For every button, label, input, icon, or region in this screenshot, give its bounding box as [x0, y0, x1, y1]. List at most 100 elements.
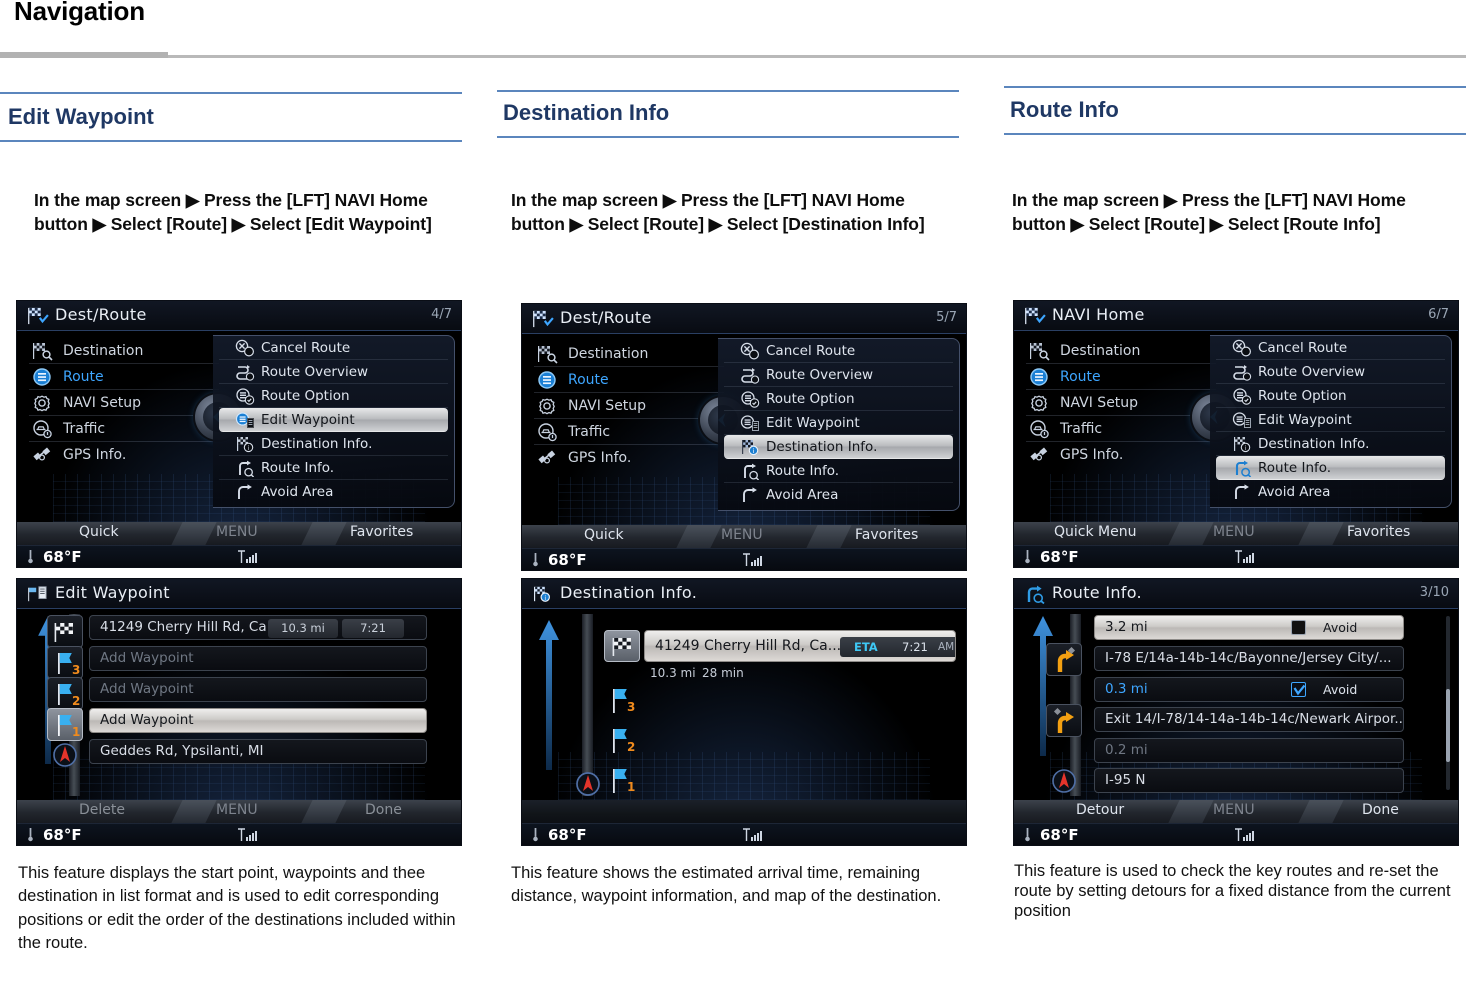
destination-distance: 10.3 mi: [650, 666, 696, 680]
route-row-maneuver-1[interactable]: I-78 E/14a-14b-14c/Bayonne/Jersey City/.…: [1094, 646, 1404, 671]
waypoint-row-add-2[interactable]: Add Waypoint: [89, 677, 427, 702]
route-row-distance-2[interactable]: 0.3 mi Avoid: [1094, 677, 1404, 702]
left-menu-item-destination[interactable]: Destination: [534, 341, 724, 367]
route-row-maneuver-2[interactable]: Exit 14/I-78/14-14a-14b-14c/Newark Airpo…: [1094, 707, 1404, 732]
turn-right-icon: [1057, 646, 1076, 672]
nav-page-indicator: 4/7: [431, 307, 452, 322]
left-menu-item-route[interactable]: Route: [534, 367, 724, 393]
left-menu-label: Traffic: [63, 421, 106, 437]
right-menu-item-route-option[interactable]: Route Option: [724, 387, 953, 411]
tab-done[interactable]: Done: [1362, 802, 1399, 818]
right-menu-item-route-overview[interactable]: Route Overview: [724, 363, 953, 387]
left-menu-item-traffic[interactable]: Traffic: [534, 419, 724, 445]
tab-done[interactable]: Done: [365, 802, 402, 818]
right-menu-item-cancel-route[interactable]: Cancel Route: [219, 336, 448, 360]
left-menu-item-navi-setup[interactable]: NAVI Setup: [1026, 390, 1216, 416]
left-menu-label: GPS Info.: [568, 450, 632, 466]
edit-waypoint-icon: [1232, 412, 1251, 428]
tab-separator: [301, 800, 347, 823]
right-menu-item-route-info[interactable]: Route Info.: [219, 456, 448, 480]
tab-menu[interactable]: MENU: [216, 802, 258, 818]
right-menu-item-edit-waypoint[interactable]: Edit Waypoint: [1216, 408, 1445, 432]
route-distance: 3.2 mi: [1105, 619, 1148, 635]
right-menu-item-route-option[interactable]: Route Option: [1216, 384, 1445, 408]
nav-screen-destination-info[interactable]: i Destination Info. 41249 Cherry Hill Rd…: [521, 578, 967, 846]
right-menu-item-destination-info[interactable]: i Destination Info.: [1216, 432, 1445, 456]
feature-description: This feature shows the estimated arrival…: [511, 864, 942, 906]
route-line: [582, 614, 593, 796]
tab-quick[interactable]: Quick: [584, 527, 624, 543]
right-menu-item-route-option[interactable]: Route Option: [219, 384, 448, 408]
waypoint-row-start[interactable]: Geddes Rd, Ypsilanti, MI: [89, 739, 427, 764]
tab-favorites[interactable]: Favorites: [1347, 524, 1410, 540]
right-menu-item-route-info[interactable]: Route Info.: [724, 459, 953, 483]
waypoint-row-destination[interactable]: 41249 Cherry Hill Rd, Ca... 10.3 mi 7:21: [89, 615, 427, 640]
right-menu-item-route-overview[interactable]: Route Overview: [1216, 360, 1445, 384]
right-menu-item-edit-waypoint[interactable]: Edit Waypoint: [219, 408, 448, 432]
nav-screen-edit-waypoint[interactable]: Edit Waypoint 41249 Cherry Hill Rd, Ca..…: [16, 578, 462, 846]
nav-title: Edit Waypoint: [55, 583, 170, 602]
left-menu-item-route[interactable]: Route: [1026, 364, 1216, 390]
route-row-distance-3[interactable]: 0.2 mi: [1094, 738, 1404, 763]
waypoint-row-add-1[interactable]: Add Waypoint: [89, 708, 427, 733]
left-menu-item-navi-setup[interactable]: NAVI Setup: [534, 393, 724, 419]
left-menu-item-traffic[interactable]: Traffic: [1026, 416, 1216, 442]
right-menu-item-edit-waypoint[interactable]: Edit Waypoint: [724, 411, 953, 435]
right-menu-item-destination-info[interactable]: i Destination Info.: [724, 435, 953, 459]
left-menu-item-destination[interactable]: Destination: [29, 338, 219, 364]
left-menu-item-route[interactable]: Route: [29, 364, 219, 390]
avoid-checkbox-unchecked[interactable]: [1291, 620, 1306, 635]
destination-info-icon: i: [534, 586, 550, 602]
destination-row[interactable]: 41249 Cherry Hill Rd, Ca... ETA 7:21 AM: [644, 630, 956, 662]
tab-favorites[interactable]: Favorites: [855, 527, 918, 543]
nav-page-indicator: 3/10: [1419, 585, 1449, 600]
tab-favorites[interactable]: Favorites: [350, 524, 413, 540]
tab-quick[interactable]: Quick: [79, 524, 119, 540]
left-menu-item-gps-info[interactable]: GPS Info.: [29, 442, 219, 468]
nav-screen-route-info[interactable]: Route Info. 3/10 3.2 mi Avoid I-78 E/14a…: [1013, 578, 1459, 846]
route-row-maneuver-3[interactable]: I-95 N: [1094, 768, 1404, 793]
right-menu: Cancel Route Route Overview Route Option…: [718, 338, 960, 511]
vertical-scrollbar[interactable]: [1446, 616, 1450, 790]
tab-menu[interactable]: MENU: [1213, 524, 1255, 540]
left-menu: Destination Route NAVI Setup Traffic GPS…: [534, 341, 724, 471]
nav-screen-dest-route-1[interactable]: Dest/Route 4/7 Destination Route NAVI Se…: [16, 300, 462, 568]
tab-menu[interactable]: MENU: [1213, 802, 1255, 818]
right-menu-item-route-info[interactable]: Route Info.: [1216, 456, 1445, 480]
right-menu-item-cancel-route[interactable]: Cancel Route: [1216, 336, 1445, 360]
signal-bars-icon: [238, 550, 257, 563]
thermometer-icon: [28, 550, 33, 564]
left-menu-item-traffic[interactable]: Traffic: [29, 416, 219, 442]
nav-screen-navi-home[interactable]: NAVI Home 6/7 Destination Route NAVI Set…: [1013, 300, 1459, 568]
nav-screen-dest-route-2[interactable]: Dest/Route 5/7 Destination Route NAVI Se…: [521, 303, 967, 571]
right-menu-label: Cancel Route: [766, 343, 856, 359]
right-menu-item-avoid-area[interactable]: Avoid Area: [219, 480, 448, 504]
waypoint-time: 7:21: [342, 619, 404, 638]
section-rule-top: [497, 90, 959, 92]
right-menu-label: Route Option: [261, 388, 350, 404]
nav-title: Dest/Route: [560, 308, 652, 327]
nav-body: 41249 Cherry Hill Rd, Ca... 10.3 mi 7:21…: [17, 610, 461, 800]
tab-separator: [301, 522, 347, 545]
tab-detour[interactable]: Detour: [1076, 802, 1124, 818]
tab-delete[interactable]: Delete: [79, 802, 125, 818]
right-menu-item-destination-info[interactable]: i Destination Info.: [219, 432, 448, 456]
route-row-distance-1[interactable]: 3.2 mi Avoid: [1094, 615, 1404, 640]
waypoint-row-add-3[interactable]: Add Waypoint: [89, 646, 427, 671]
nav-titlebar: Dest/Route 5/7: [522, 304, 966, 334]
section-rule-bottom: [0, 140, 462, 142]
right-menu-item-avoid-area[interactable]: Avoid Area: [724, 483, 953, 507]
tab-menu[interactable]: MENU: [721, 527, 763, 543]
left-menu-item-gps-info[interactable]: GPS Info.: [534, 445, 724, 471]
right-menu-item-avoid-area[interactable]: Avoid Area: [1216, 480, 1445, 504]
right-menu-item-cancel-route[interactable]: Cancel Route: [724, 339, 953, 363]
tab-quick-menu[interactable]: Quick Menu: [1054, 524, 1136, 540]
svg-text:1: 1: [72, 725, 80, 739]
tab-menu[interactable]: MENU: [216, 524, 258, 540]
left-menu-item-destination[interactable]: Destination: [1026, 338, 1216, 364]
left-menu-item-navi-setup[interactable]: NAVI Setup: [29, 390, 219, 416]
svg-text:1: 1: [627, 780, 635, 794]
avoid-checkbox-checked[interactable]: [1291, 682, 1306, 697]
right-menu-item-route-overview[interactable]: Route Overview: [219, 360, 448, 384]
left-menu-item-gps-info[interactable]: GPS Info.: [1026, 442, 1216, 468]
